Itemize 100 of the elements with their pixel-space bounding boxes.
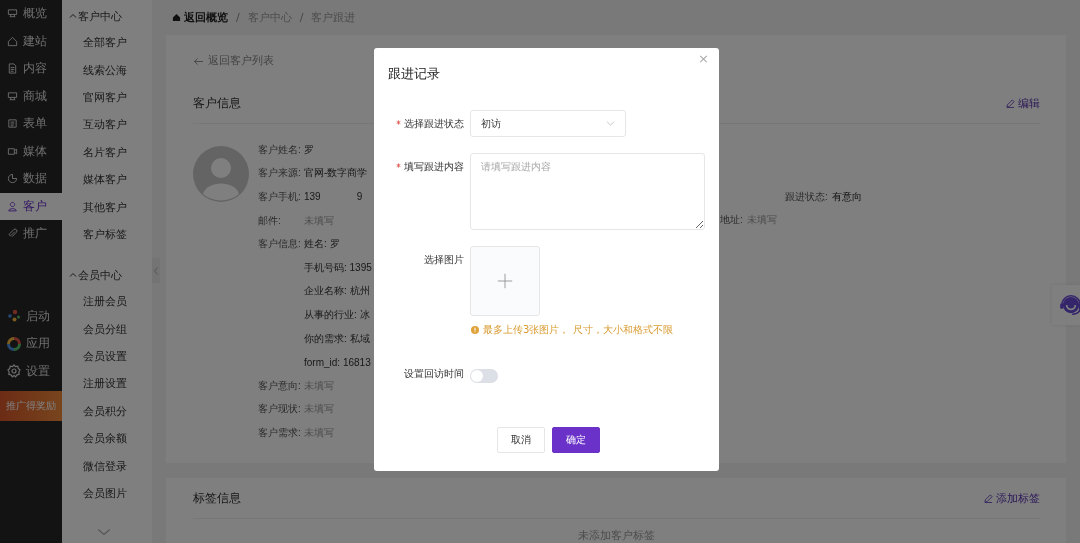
cancel-button[interactable]: 取消 xyxy=(497,427,545,453)
breadcrumb-separator: / xyxy=(236,11,240,24)
pencil-icon xyxy=(1006,98,1015,108)
submenu-group-title: 客户中心 xyxy=(78,8,122,24)
section-title: 标签信息 xyxy=(193,489,241,507)
form-label: 填写跟进内容 xyxy=(404,160,464,174)
chevron-down-icon[interactable] xyxy=(97,528,111,536)
promo-banner[interactable]: 推广得奖励 xyxy=(0,391,62,421)
monitor-icon xyxy=(7,90,18,102)
submenu-item[interactable]: 互动客户 xyxy=(62,111,152,139)
avatar-icon xyxy=(193,146,249,202)
field-label: 客户姓名: xyxy=(258,142,302,157)
submenu-item[interactable]: 名片客户 xyxy=(62,138,152,166)
house-icon xyxy=(7,35,18,47)
section-title: 客户信息 xyxy=(193,94,241,112)
field-value: 你的需求: 私域 xyxy=(304,331,370,346)
field-label: 客户现状: xyxy=(258,402,302,417)
form-label: 选择图片 xyxy=(424,253,464,267)
sidebar-item[interactable]: 设置 xyxy=(0,357,62,385)
field-label: 客户来源: xyxy=(258,166,302,181)
sidebar-item[interactable]: 数据 xyxy=(0,165,62,193)
submenu-item[interactable]: 其他客户 xyxy=(62,193,152,221)
submenu-group-title: 会员中心 xyxy=(78,267,122,283)
submenu-item[interactable]: 客户标签 xyxy=(62,220,152,249)
sidebar-item[interactable]: 应用 xyxy=(0,330,62,358)
submenu-item[interactable]: 会员图片 xyxy=(62,479,152,508)
field-label: 客户信息: xyxy=(258,237,302,252)
field-value: 9 xyxy=(356,191,363,203)
submenu-item[interactable]: 会员设置 xyxy=(62,342,152,371)
breadcrumb-link[interactable]: 返回概览 xyxy=(172,10,228,25)
pie-chart-icon xyxy=(7,173,18,185)
sidebar-item[interactable]: 推广 xyxy=(0,220,62,248)
monitor-icon xyxy=(7,8,18,20)
camera-icon xyxy=(7,145,18,157)
form-label: 选择跟进状态 xyxy=(404,117,464,131)
field-label: 客户手机: xyxy=(258,190,302,204)
sidebar-item[interactable]: 启动 xyxy=(0,302,62,330)
toggle-switch[interactable] xyxy=(470,369,498,383)
dialog-title: 跟进记录 xyxy=(388,65,440,83)
headset-icon xyxy=(1058,292,1080,318)
form-label: 设置回访时间 xyxy=(404,367,464,381)
submenu-item[interactable]: 官网客户 xyxy=(62,83,152,112)
field-value: 有意向 xyxy=(831,189,862,204)
submenu-item[interactable]: 会员分组 xyxy=(62,315,152,343)
sidebar-item[interactable]: 表单 xyxy=(0,110,62,138)
sidebar-item[interactable]: 客户 xyxy=(0,192,62,220)
arrow-left-icon xyxy=(193,57,204,66)
form-icon xyxy=(7,118,18,130)
field-value: form_id: 16813 xyxy=(304,356,371,368)
chevron-down-icon xyxy=(606,121,615,126)
field-label: 跟进状态: xyxy=(785,189,828,204)
sidebar-item[interactable]: 媒体 xyxy=(0,137,62,165)
submenu-group-header[interactable]: 客户中心 xyxy=(62,3,152,29)
colored-ring-icon xyxy=(7,336,21,351)
edit-link[interactable]: 编辑 xyxy=(1006,95,1040,111)
field-value: 姓名: 罗 xyxy=(304,237,340,252)
submenu-item[interactable]: 会员积分 xyxy=(62,397,152,426)
image-upload-button[interactable] xyxy=(470,246,540,316)
field-value: 官网-数字商学 xyxy=(304,166,368,181)
person-icon xyxy=(7,200,18,212)
warning-icon xyxy=(471,326,479,334)
submenu-item[interactable]: 微信登录 xyxy=(62,452,152,480)
submenu-item[interactable]: 注册设置 xyxy=(62,370,152,398)
submenu-item[interactable]: 注册会员 xyxy=(62,288,152,316)
submenu-item[interactable]: 媒体客户 xyxy=(62,165,152,194)
field-label: 地址: xyxy=(720,213,743,228)
field-value: 企业名称: 杭州 xyxy=(304,284,370,299)
content-textarea[interactable]: 请填写跟进内容 xyxy=(470,153,705,230)
support-button[interactable] xyxy=(1052,285,1080,325)
promo-text: 推广得奖励 xyxy=(6,399,56,413)
submenu-group-header[interactable]: 会员中心 xyxy=(62,262,152,289)
sidebar-item[interactable]: 概览 xyxy=(0,0,62,28)
field-label: 客户意向: xyxy=(258,378,302,393)
add-tag-link[interactable]: 添加标签 xyxy=(984,490,1040,506)
sidebar-item[interactable]: 内容 xyxy=(0,55,62,83)
close-button[interactable]: × xyxy=(698,52,709,65)
sidebar-item[interactable]: 建站 xyxy=(0,27,62,55)
submenu-item[interactable]: 全部客户 xyxy=(62,29,152,57)
field-label: 客户需求: xyxy=(258,425,302,440)
plus-icon xyxy=(497,273,513,289)
caret-icon xyxy=(69,12,77,20)
upload-hint: 最多上传3张图片， 尺寸，大小和格式不限 xyxy=(483,323,673,337)
paperclip-icon xyxy=(7,228,18,240)
collapse-handle[interactable] xyxy=(152,258,160,283)
submenu-item[interactable]: 会员余额 xyxy=(62,425,152,453)
field-value: 手机号码: 1395 xyxy=(304,260,372,275)
sidebar-item[interactable]: 商城 xyxy=(0,82,62,110)
confirm-button[interactable]: 确定 xyxy=(552,427,600,453)
status-select[interactable]: 初访 xyxy=(470,110,626,137)
field-label: 邮件: xyxy=(258,213,282,228)
field-value: 从事的行业: 冰 xyxy=(304,307,370,322)
field-value: 139 xyxy=(304,191,321,203)
field-value: 罗 xyxy=(304,142,314,157)
home-icon xyxy=(172,13,181,22)
breadcrumb-separator: / xyxy=(299,11,304,24)
submenu-item[interactable]: 线索公海 xyxy=(62,56,152,84)
colored-dots-icon xyxy=(7,309,21,324)
document-icon xyxy=(7,63,18,75)
settings-icon xyxy=(7,364,21,379)
pencil-icon xyxy=(984,493,993,503)
